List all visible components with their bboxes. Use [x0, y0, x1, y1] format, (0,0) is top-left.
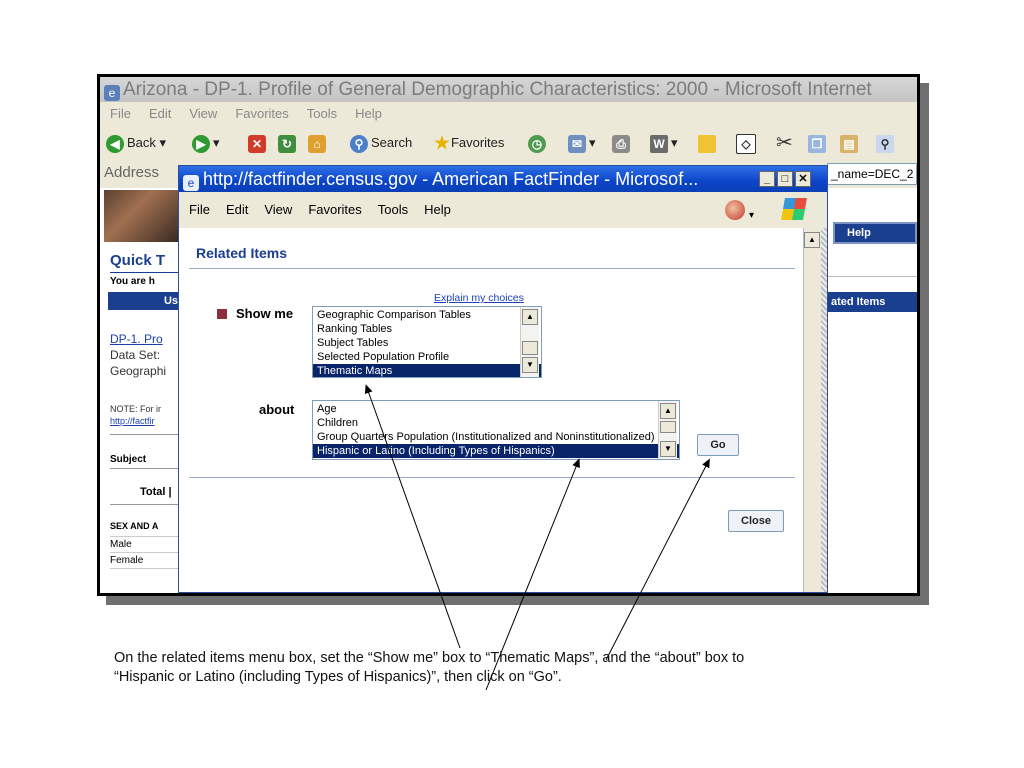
caption-line-1: On the related items menu box, set the “… [114, 650, 745, 666]
arrow-to-go [605, 458, 710, 661]
arrow-to-show-me [364, 384, 461, 649]
instruction-caption: On the related items menu box, set the “… [114, 649, 914, 687]
caption-line-2: “Hispanic or Latino (including Types of … [114, 669, 562, 685]
